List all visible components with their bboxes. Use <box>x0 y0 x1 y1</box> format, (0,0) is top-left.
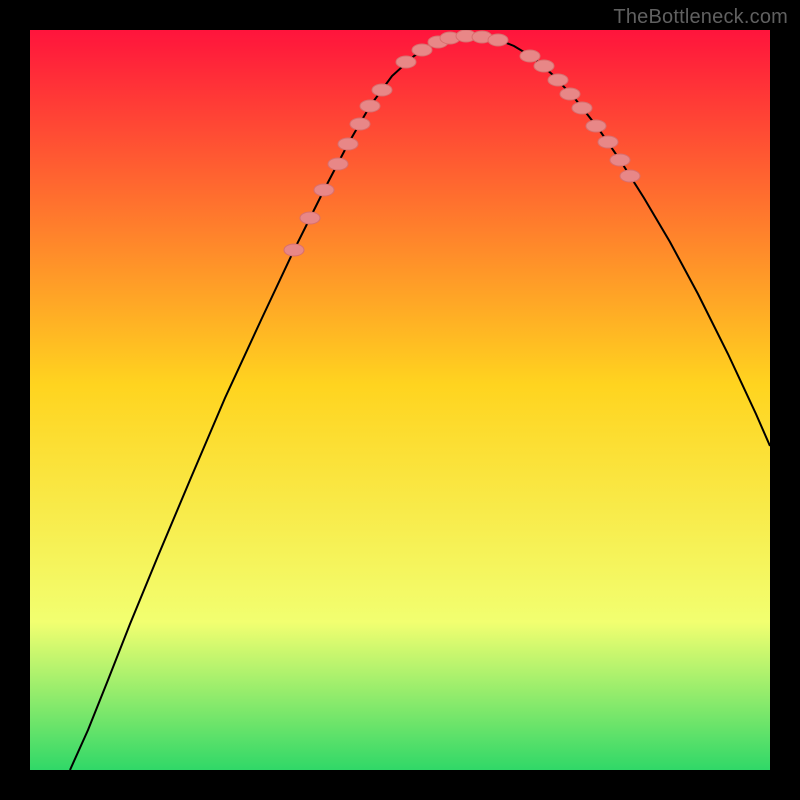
curve-marker <box>598 136 618 148</box>
curve-marker <box>610 154 630 166</box>
curve-marker <box>396 56 416 68</box>
chart-container: TheBottleneck.com <box>0 0 800 800</box>
curve-marker <box>620 170 640 182</box>
curve-marker <box>372 84 392 96</box>
watermark-text: TheBottleneck.com <box>613 6 788 29</box>
curve-marker <box>338 138 358 150</box>
curve-marker <box>412 44 432 56</box>
curve-marker <box>520 50 540 62</box>
curve-marker <box>314 184 334 196</box>
gradient-background <box>30 30 770 770</box>
curve-marker <box>548 74 568 86</box>
curve-marker <box>560 88 580 100</box>
curve-marker <box>300 212 320 224</box>
plot-area <box>30 30 770 770</box>
curve-marker <box>572 102 592 114</box>
curve-marker <box>350 118 370 130</box>
curve-marker <box>488 34 508 46</box>
curve-marker <box>328 158 348 170</box>
curve-marker <box>534 60 554 72</box>
curve-marker <box>284 244 304 256</box>
curve-marker <box>586 120 606 132</box>
chart-svg <box>30 30 770 770</box>
curve-marker <box>360 100 380 112</box>
